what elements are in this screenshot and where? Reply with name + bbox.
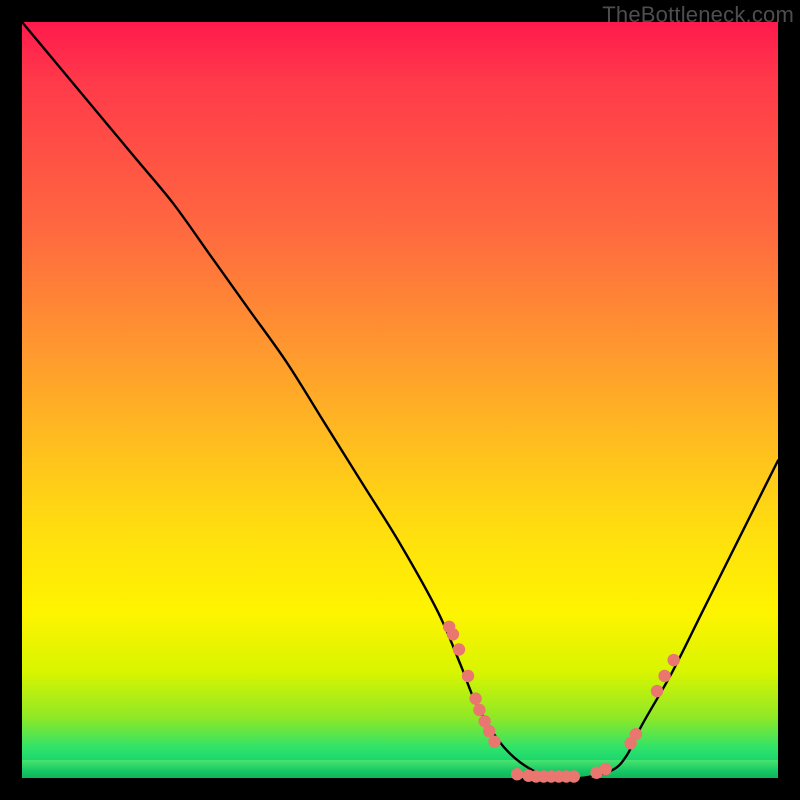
curve-marker [630, 728, 642, 740]
curve-marker [469, 692, 481, 704]
chart-plot-area [22, 22, 778, 778]
bottleneck-curve-line [22, 22, 778, 779]
curve-marker [462, 670, 474, 682]
curve-marker [599, 763, 611, 775]
curve-marker [658, 670, 670, 682]
curve-marker [651, 685, 663, 697]
curve-marker [511, 768, 523, 780]
curve-marker [483, 725, 495, 737]
curve-marker [667, 654, 679, 666]
chart-svg [22, 22, 778, 778]
curve-marker [473, 704, 485, 716]
curve-marker [447, 628, 459, 640]
curve-marker [568, 770, 580, 782]
curve-markers-group [443, 621, 680, 783]
chart-frame [22, 22, 778, 778]
curve-marker [453, 643, 465, 655]
curve-marker [488, 736, 500, 748]
